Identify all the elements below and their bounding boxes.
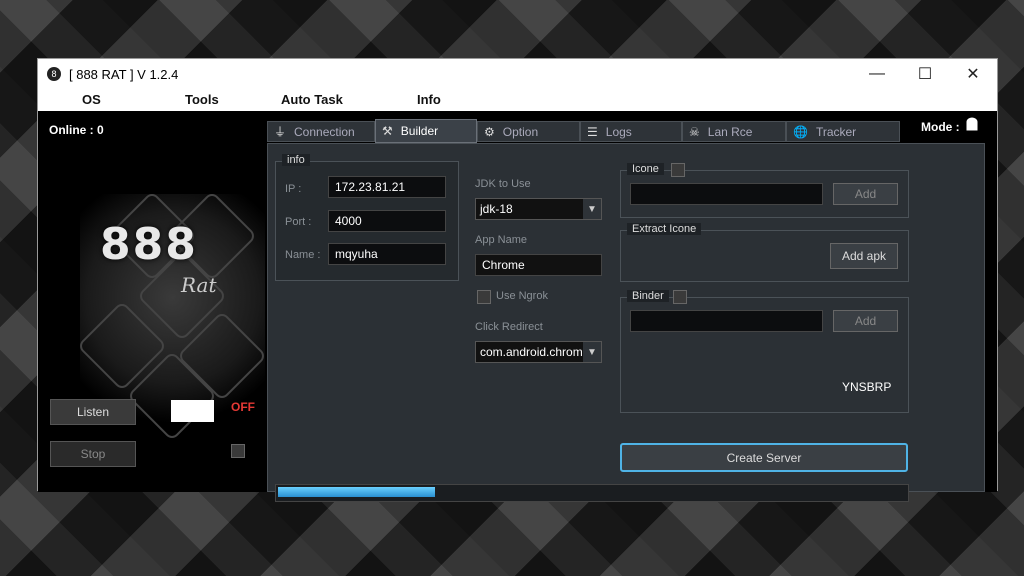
icone-group-title: Icone [627, 163, 664, 175]
tab-label: Lan Rce [707, 124, 753, 139]
jdk-label: JDK to Use [475, 178, 531, 190]
tab-connection[interactable]: ⏚ Connection [267, 121, 375, 142]
maximize-button[interactable]: ☐ [901, 59, 949, 89]
tab-tracker[interactable]: 🌐 Tracker [786, 121, 900, 142]
tab-option[interactable]: ⚙ Option [477, 121, 580, 142]
binder-add-button[interactable]: Add [833, 310, 898, 332]
ip-field[interactable]: 172.23.81.21 [328, 176, 446, 198]
tab-logs[interactable]: ☰ Logs [580, 121, 682, 142]
logs-icon: ☰ [587, 124, 598, 139]
binder-code: YNSBRP [842, 380, 892, 394]
chevron-down-icon: ▼ [583, 342, 601, 362]
binder-group-title: Binder [627, 290, 669, 302]
icone-checkbox[interactable] [671, 163, 685, 177]
app-icon: 8 [47, 67, 61, 81]
stop-button[interactable]: Stop [50, 441, 136, 467]
binder-path-field[interactable] [630, 310, 823, 332]
create-server-button[interactable]: Create Server [620, 443, 908, 472]
port-status-box [171, 400, 214, 422]
menu-tools[interactable]: Tools [185, 92, 219, 107]
tab-builder[interactable]: ⚒ Builder [375, 119, 477, 143]
logo-text: 888 [100, 219, 198, 270]
binder-group: Binder Add YNSBRP [620, 290, 909, 413]
window-title: [ 888 RAT ] V 1.2.4 [69, 66, 179, 82]
name-label: Name : [285, 249, 321, 261]
add-apk-button[interactable]: Add apk [830, 243, 898, 269]
listen-status: OFF [231, 400, 255, 414]
tab-lan-rce[interactable]: ☠ Lan Rce [682, 121, 786, 142]
tab-label: Builder [400, 124, 439, 138]
port-label: Port : [285, 216, 312, 228]
globe-icon: 🌐 [793, 124, 808, 139]
menu-os[interactable]: OS [82, 92, 101, 107]
jdk-select[interactable]: jdk-18 ▼ [475, 198, 602, 220]
mode-label: Mode : [921, 120, 960, 134]
android-icon [965, 117, 979, 138]
tab-label: Option [502, 124, 539, 139]
binder-checkbox[interactable] [673, 290, 687, 304]
tab-label: Connection [294, 124, 355, 139]
click-redirect-label: Click Redirect [475, 321, 543, 333]
info-group-title: info [282, 154, 310, 166]
port-field[interactable]: 4000 [328, 210, 446, 232]
click-redirect-select[interactable]: com.android.chrome ▼ [475, 341, 602, 363]
minimize-button[interactable]: — [853, 59, 901, 89]
gear-icon: ⚙ [484, 124, 495, 139]
use-ngrok-checkbox[interactable] [477, 290, 491, 304]
tab-label: Logs [605, 124, 632, 139]
app-name-label: App Name [475, 234, 527, 246]
icone-path-field[interactable] [630, 183, 823, 205]
build-progress-bar [275, 484, 909, 502]
icone-add-button[interactable]: Add [833, 183, 898, 205]
info-group: info IP : 172.23.81.21 Port : 4000 Name … [275, 154, 459, 281]
progress-fill [278, 487, 435, 497]
name-field[interactable]: mqyuha [328, 243, 446, 265]
app-name-field[interactable]: Chrome [475, 254, 602, 276]
title-bar: 8 [ 888 RAT ] V 1.2.4 — ☐ ✕ [38, 59, 997, 89]
menu-info[interactable]: Info [417, 92, 441, 107]
logo-subtext: Rat [181, 273, 217, 297]
chevron-down-icon: ▼ [583, 199, 601, 219]
tools-icon: ⚒ [382, 124, 393, 138]
app-window: 8 [ 888 RAT ] V 1.2.4 — ☐ ✕ OS Tools Aut… [37, 58, 998, 502]
listen-button[interactable]: Listen [50, 399, 136, 425]
menu-bar: OS Tools Auto Task Info [38, 89, 997, 111]
use-ngrok-label: Use Ngrok [496, 290, 548, 302]
stop-checkbox[interactable] [231, 444, 245, 458]
plug-icon: ⏚ [274, 125, 287, 139]
main-content: Online : 0 888 Rat Listen OFF Stop Mode … [38, 111, 997, 502]
click-redirect-value: com.android.chrome [480, 345, 590, 359]
jdk-value: jdk-18 [480, 202, 513, 216]
extract-icone-title: Extract Icone [627, 223, 702, 235]
close-button[interactable]: ✕ [949, 59, 997, 89]
icone-group: Icone Add [620, 163, 909, 218]
menu-auto-task[interactable]: Auto Task [281, 92, 343, 107]
ip-label: IP : [285, 183, 302, 195]
extract-icone-group: Extract Icone Add apk [620, 223, 909, 282]
builder-panel: info IP : 172.23.81.21 Port : 4000 Name … [267, 143, 985, 502]
tab-label: Tracker [815, 124, 857, 139]
online-count: Online : 0 [49, 123, 104, 137]
skull-icon: ☠ [689, 124, 700, 139]
